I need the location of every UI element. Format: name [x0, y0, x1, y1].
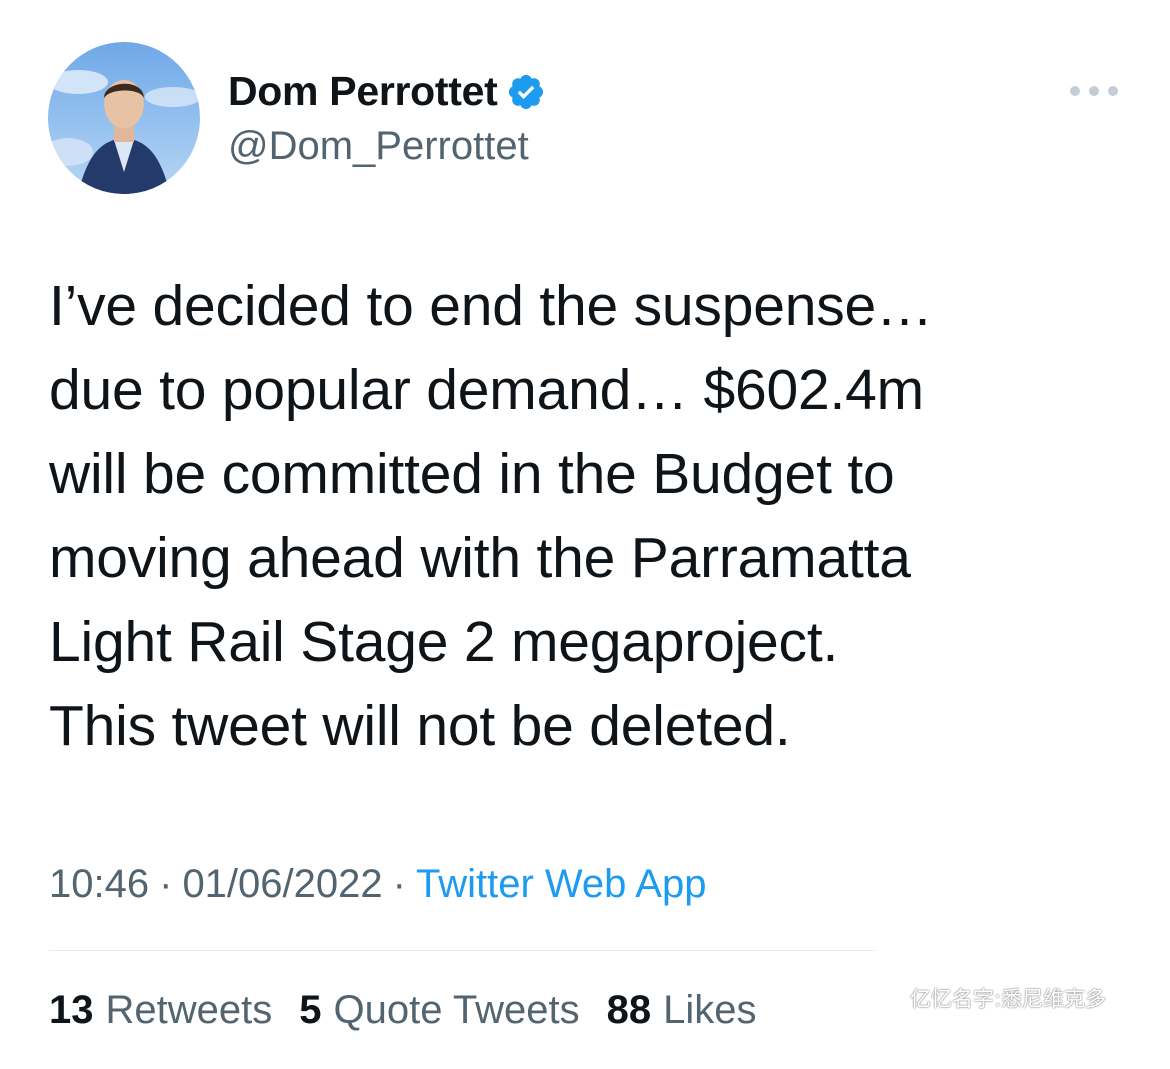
tweet-date[interactable]: 01/06/2022 — [182, 862, 382, 906]
quote-tweets-label: Quote Tweets — [333, 988, 580, 1032]
likes-label: Likes — [663, 988, 757, 1032]
retweets-stat[interactable]: 13 Retweets — [49, 988, 272, 1033]
tweet-meta: 10:46 · 01/06/2022 · Twitter Web App — [49, 862, 706, 907]
avatar[interactable] — [48, 42, 200, 194]
quote-tweets-stat[interactable]: 5 Quote Tweets — [299, 988, 579, 1033]
meta-separator: · — [159, 862, 173, 906]
more-dot — [1070, 86, 1080, 96]
retweets-label: Retweets — [105, 988, 273, 1032]
quote-tweets-count: 5 — [299, 988, 322, 1032]
tweet-stats: 13 Retweets 5 Quote Tweets 88 Likes — [49, 988, 756, 1033]
tweet-source-link[interactable]: Twitter Web App — [416, 862, 707, 906]
divider — [49, 950, 875, 951]
author-handle[interactable]: @Dom_Perrottet — [228, 124, 529, 169]
tweet-text: I’ve decided to end the suspense… due to… — [49, 264, 1129, 768]
watermark: 亿忆名字:悉尼维克多 — [910, 987, 1107, 1011]
likes-stat[interactable]: 88 Likes — [607, 988, 757, 1033]
more-horizontal-icon[interactable] — [1070, 80, 1118, 102]
tweet-time[interactable]: 10:46 — [49, 862, 149, 906]
tweet-paragraph: This tweet will not be deleted. — [49, 694, 791, 758]
more-dot — [1089, 86, 1099, 96]
author-display-name[interactable]: Dom Perrottet — [228, 68, 498, 115]
more-dot — [1108, 86, 1118, 96]
likes-count: 88 — [606, 988, 652, 1032]
tweet-paragraph: I’ve decided to end the suspense… due to… — [49, 274, 933, 674]
meta-separator: · — [392, 862, 406, 906]
author-name-row[interactable]: Dom Perrottet — [228, 68, 546, 115]
profile-photo — [48, 42, 200, 194]
retweets-count: 13 — [49, 988, 94, 1032]
verified-badge-icon — [506, 72, 546, 112]
